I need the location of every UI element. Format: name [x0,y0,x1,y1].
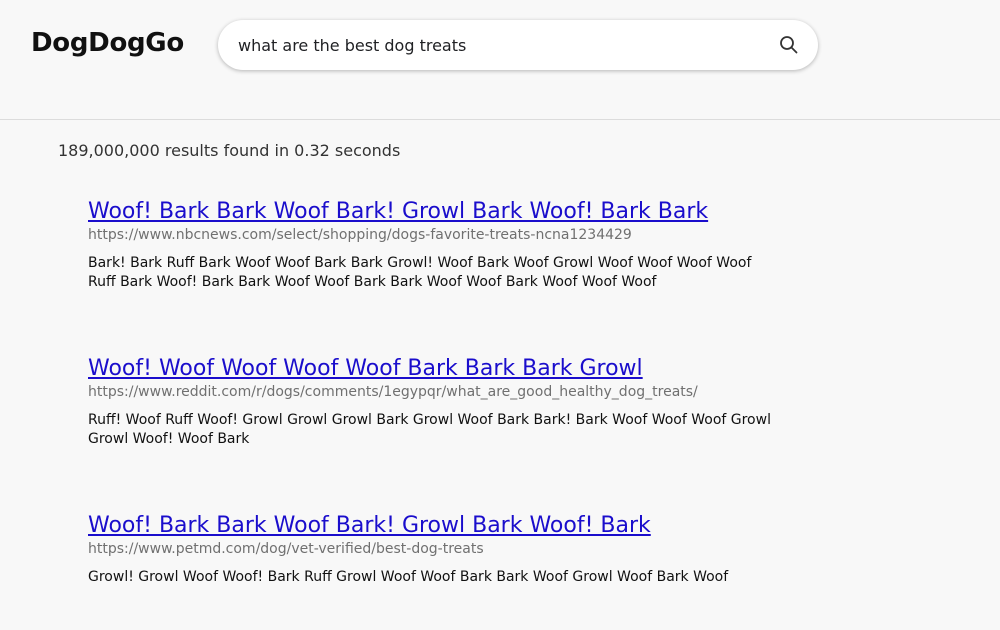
result-snippet: Bark! Bark Ruff Bark Woof Woof Bark Bark… [88,255,752,290]
search-result: Woof! Bark Bark Woof Bark! Growl Bark Wo… [88,198,788,292]
result-title-link[interactable]: Woof! Woof Woof Woof Woof Bark Bark Bark… [88,355,788,383]
result-url: https://www.reddit.com/r/dogs/comments/1… [88,384,698,400]
header: DogDogGo [0,0,1000,120]
result-title-link[interactable]: Woof! Bark Bark Woof Bark! Growl Bark Wo… [88,512,788,540]
result-snippet: Growl! Growl Woof Woof! Bark Ruff Growl … [88,569,729,585]
result-title-link[interactable]: Woof! Bark Bark Woof Bark! Growl Bark Wo… [88,198,788,226]
search-input[interactable] [238,20,758,70]
search-box[interactable] [218,20,818,70]
search-result: Woof! Woof Woof Woof Woof Bark Bark Bark… [88,355,788,449]
results-count: 189,000,000 results found in 0.32 second… [58,141,401,160]
result-url: https://www.petmd.com/dog/vet-verified/b… [88,541,484,557]
search-result: Woof! Bark Bark Woof Bark! Growl Bark Wo… [88,512,788,587]
search-icon[interactable] [778,34,800,56]
result-url: https://www.nbcnews.com/select/shopping/… [88,227,632,243]
site-logo[interactable]: DogDogGo [31,28,184,58]
result-snippet: Ruff! Woof Ruff Woof! Growl Growl Growl … [88,412,771,447]
